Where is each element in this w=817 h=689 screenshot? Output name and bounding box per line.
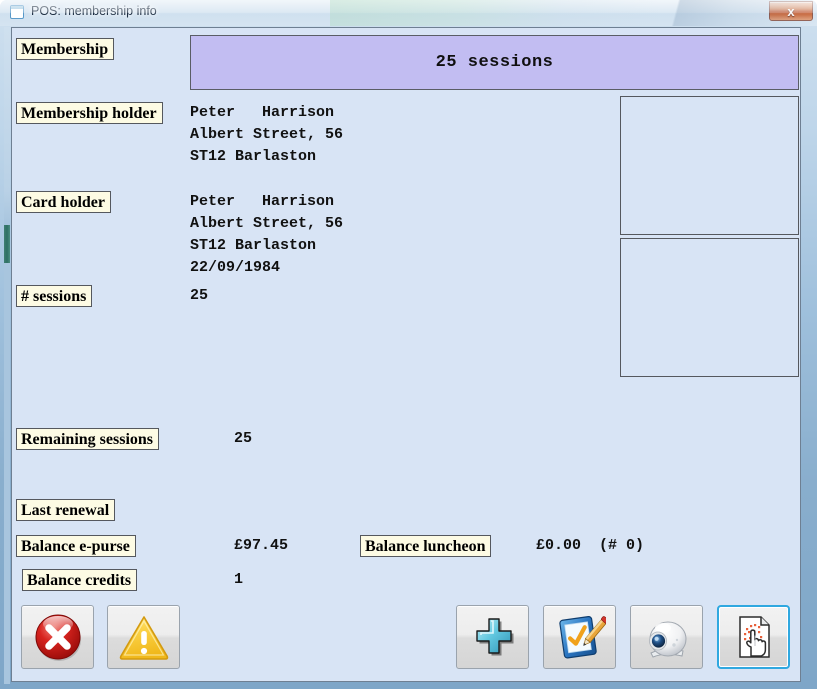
close-button[interactable]: x	[769, 1, 813, 21]
label-balance-credits: Balance credits	[22, 569, 138, 591]
warning-button[interactable]	[107, 605, 180, 669]
sign-button[interactable]	[717, 605, 790, 669]
webcam-icon	[631, 606, 702, 668]
close-icon: x	[787, 3, 795, 19]
label-membership: Membership	[16, 38, 115, 60]
value-membership-holder-line2: Albert Street, 56	[190, 126, 344, 143]
cancel-button[interactable]	[21, 605, 94, 669]
value-remaining-sessions: 25	[234, 430, 253, 447]
client-area: 25 sessions Membership Membership holder…	[11, 27, 801, 682]
label-remaining-sessions: Remaining sessions	[16, 428, 160, 450]
membership-banner: 25 sessions	[190, 35, 799, 90]
value-card-holder-line1: Peter Harrison	[190, 193, 335, 210]
value-card-holder-birthdate: 22/09/1984	[190, 259, 281, 276]
window-title: POS: membership info	[31, 4, 157, 18]
value-membership-holder-line3: ST12 Barlaston	[190, 148, 317, 165]
window-icon	[10, 5, 24, 19]
label-balance-epurse: Balance e-purse	[16, 535, 136, 557]
value-membership-holder-line1: Peter Harrison	[190, 104, 335, 121]
value-balance-luncheon: £0.00 (# 0)	[536, 537, 645, 554]
yellow-warning-triangle-icon	[108, 606, 179, 668]
photo-placeholder[interactable]	[620, 96, 799, 235]
label-membership-holder: Membership holder	[16, 102, 163, 124]
value-card-holder-line3: ST12 Barlaston	[190, 237, 317, 254]
signature-placeholder[interactable]	[620, 238, 799, 377]
add-button[interactable]	[456, 605, 529, 669]
value-balance-credits: 1	[234, 571, 244, 588]
value-num-sessions: 25	[190, 287, 209, 304]
edit-button[interactable]	[543, 605, 616, 669]
document-hand-click-icon	[719, 607, 788, 667]
application-window: POS: membership info x 25 sessions Membe…	[0, 0, 817, 689]
webcam-button[interactable]	[630, 605, 703, 669]
membership-banner-text: 25 sessions	[435, 53, 554, 72]
red-circle-x-icon	[22, 606, 93, 668]
label-num-sessions: # sessions	[16, 285, 93, 307]
label-balance-luncheon: Balance luncheon	[360, 535, 492, 557]
window-left-scrollbar-thumb[interactable]	[4, 225, 10, 263]
label-card-holder: Card holder	[16, 191, 111, 213]
value-balance-epurse: £97.45	[234, 537, 289, 554]
value-card-holder-line2: Albert Street, 56	[190, 215, 344, 232]
form-checkmark-pencil-icon	[544, 606, 615, 668]
window-left-scrollbar-track[interactable]	[4, 27, 10, 684]
plus-icon	[457, 606, 528, 668]
label-last-renewal: Last renewal	[16, 499, 116, 521]
title-bar: POS: membership info x	[0, 0, 817, 26]
